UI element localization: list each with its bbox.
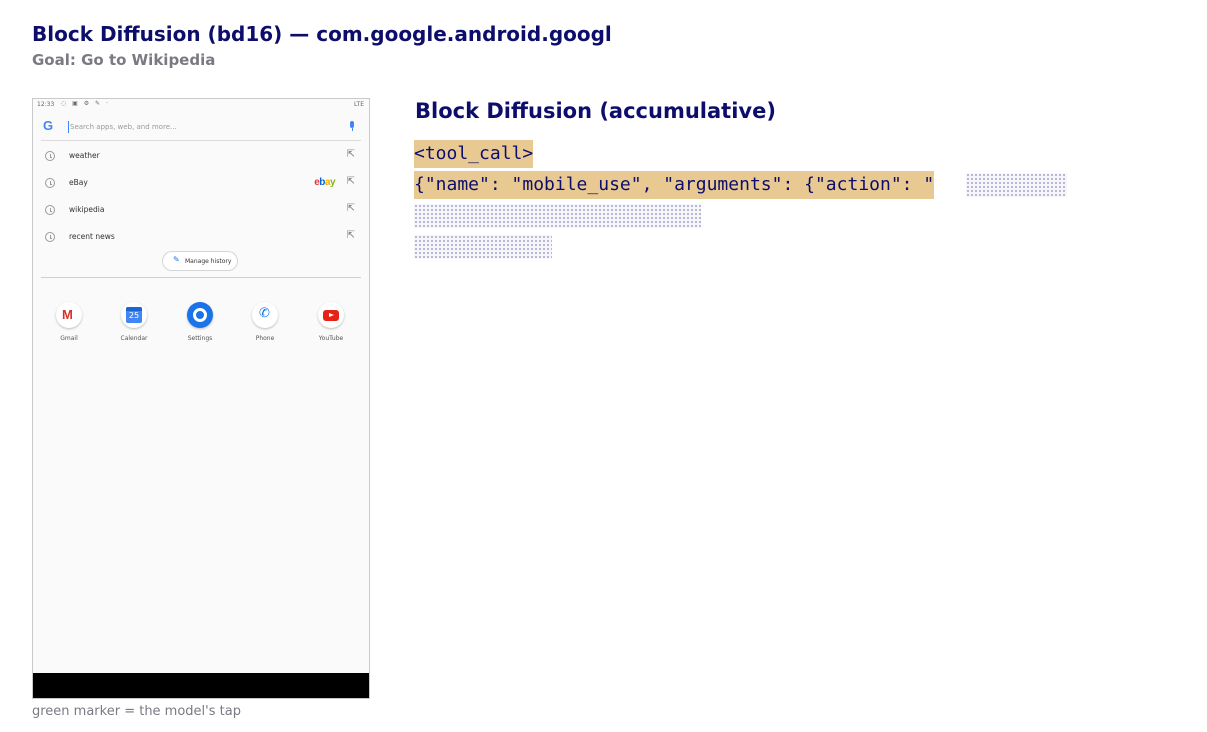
history-item-recent-news[interactable]: recent news ⇱ <box>33 228 369 248</box>
divider <box>41 277 361 278</box>
history-clock-icon <box>45 205 55 215</box>
masked-token-block <box>966 173 1067 197</box>
goal-text: Goal: Go to Wikipedia <box>32 51 216 69</box>
gmail-icon: M <box>56 302 82 328</box>
fill-query-arrow-icon[interactable]: ⇱ <box>347 176 355 187</box>
status-network: LTE <box>354 101 364 108</box>
status-bar: 12:33 ◌ ▣ ⚙ ✎ · LTE <box>33 99 369 111</box>
settings-icon <box>187 302 213 328</box>
app-youtube[interactable]: YouTube <box>306 302 356 348</box>
history-item-wikipedia[interactable]: wikipedia ⇱ <box>33 201 369 221</box>
app-label: Gmail <box>60 335 78 342</box>
manage-history-label: Manage history <box>185 258 232 265</box>
history-clock-icon <box>45 151 55 161</box>
history-clock-icon <box>45 232 55 242</box>
history-label: recent news <box>69 232 115 241</box>
status-time: 12:33 <box>37 101 55 108</box>
app-gmail[interactable]: M Gmail <box>44 302 94 348</box>
phone-screenshot: 12:33 ◌ ▣ ⚙ ✎ · LTE G Search apps, web, … <box>32 98 370 699</box>
app-label: Settings <box>187 335 213 342</box>
calendar-icon: 25 <box>121 302 147 328</box>
app-label: Phone <box>255 335 275 342</box>
history-label: weather <box>69 151 100 160</box>
page-title: Block Diffusion (bd16) — com.google.andr… <box>32 22 612 46</box>
app-label: Calendar <box>120 335 148 342</box>
google-logo-icon: G <box>43 118 54 133</box>
text-caret <box>68 121 69 133</box>
app-settings[interactable]: Settings <box>175 302 225 348</box>
masked-token-block <box>414 235 552 259</box>
navigation-bar <box>33 673 369 698</box>
app-label: YouTube <box>318 335 344 342</box>
panel-title: Block Diffusion (accumulative) <box>415 99 776 123</box>
history-label: wikipedia <box>69 205 105 214</box>
app-calendar[interactable]: 25 Calendar <box>109 302 159 348</box>
history-label: eBay <box>69 178 88 187</box>
fill-query-arrow-icon[interactable]: ⇱ <box>347 203 355 214</box>
app-phone[interactable]: ✆ Phone <box>240 302 290 348</box>
pencil-icon: ✎ <box>173 255 180 264</box>
caption: green marker = the model's tap <box>32 704 241 719</box>
history-item-weather[interactable]: weather ⇱ <box>33 147 369 167</box>
ebay-logo-icon: ebay <box>314 177 335 188</box>
fill-query-arrow-icon[interactable]: ⇱ <box>347 230 355 241</box>
phone-icon: ✆ <box>252 302 278 328</box>
notification-icons: ◌ ▣ ⚙ ✎ · <box>61 100 110 107</box>
history-item-ebay[interactable]: eBay ebay ⇱ <box>33 174 369 194</box>
manage-history-button[interactable]: ✎ Manage history <box>162 251 238 271</box>
revealed-token-line-1: <tool_call> <box>414 140 534 168</box>
microphone-icon[interactable] <box>349 121 355 132</box>
search-input[interactable]: Search apps, web, and more... <box>70 123 177 131</box>
revealed-token-line-2: {"name": "mobile_use", "arguments": {"ac… <box>414 171 935 199</box>
search-bar[interactable]: G Search apps, web, and more... <box>41 115 361 141</box>
fill-query-arrow-icon[interactable]: ⇱ <box>347 149 355 160</box>
masked-token-block <box>414 204 701 228</box>
youtube-icon <box>318 302 344 328</box>
history-clock-icon <box>45 178 55 188</box>
